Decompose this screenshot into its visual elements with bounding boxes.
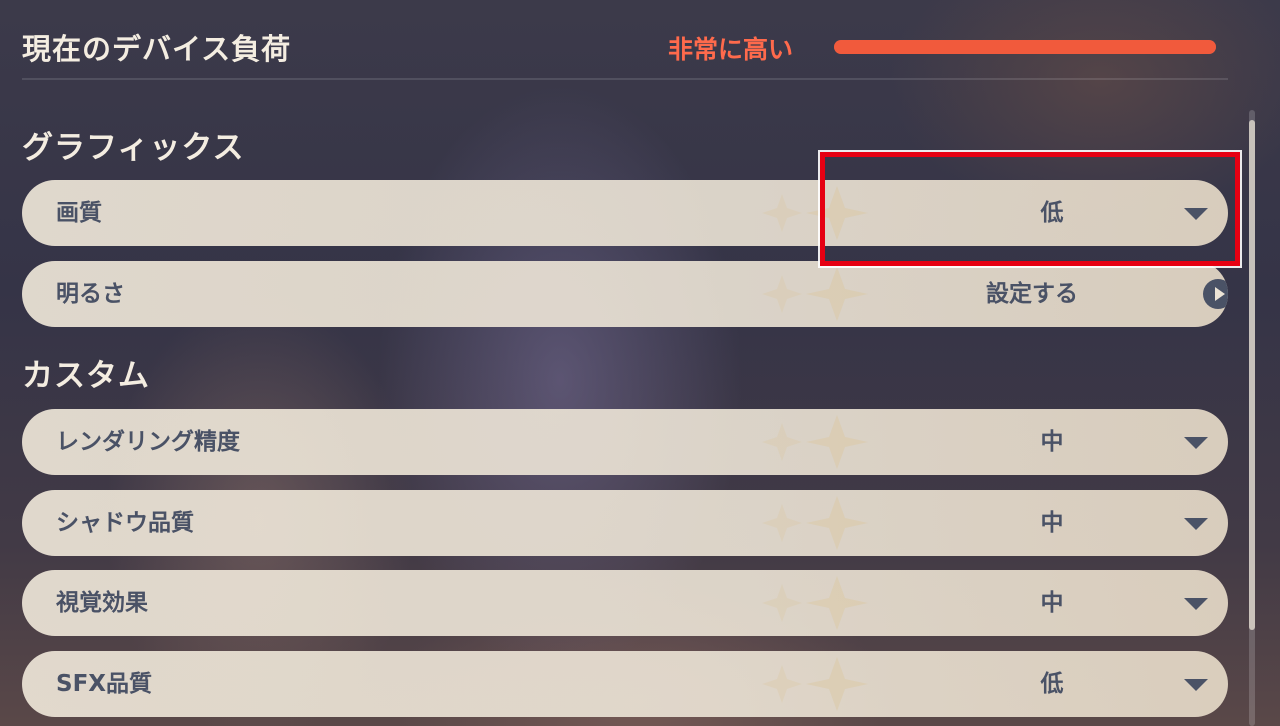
setting-row-brightness[interactable]: 明るさ 設定する [22, 261, 1228, 327]
sparkle-icon [762, 267, 868, 321]
sparkle-icon [762, 576, 868, 630]
device-load-bar-fill [834, 40, 1216, 54]
setting-row-shadow-quality[interactable]: シャドウ品質 中 [22, 490, 1228, 556]
device-load-bar [834, 40, 1216, 54]
scrollbar[interactable] [1249, 110, 1255, 726]
arrow-right-circle-icon[interactable] [1203, 279, 1228, 309]
setting-label-shadow-quality: シャドウ品質 [56, 510, 194, 536]
highlight-annotation-box [820, 152, 1240, 266]
chevron-down-icon[interactable] [1184, 518, 1208, 530]
chevron-down-icon[interactable] [1184, 437, 1208, 449]
section-title-graphics: グラフィックス [22, 130, 245, 166]
section-title-custom: カスタム [22, 358, 150, 394]
device-load-title: 現在のデバイス負荷 [22, 32, 292, 66]
sparkle-icon [762, 496, 868, 550]
sparkle-icon [762, 657, 868, 711]
setting-label-render-resolution: レンダリング精度 [56, 429, 240, 455]
brightness-configure-link[interactable]: 設定する [902, 261, 1162, 327]
sparkle-icon [762, 415, 868, 469]
chevron-down-icon[interactable] [1184, 679, 1208, 691]
chevron-down-icon[interactable] [1184, 598, 1208, 610]
shadow-quality-dropdown-value[interactable]: 中 [912, 490, 1192, 556]
scrollbar-thumb[interactable] [1249, 120, 1255, 630]
setting-row-sfx-quality[interactable]: SFX品質 低 [22, 651, 1228, 717]
setting-label-quality: 画質 [56, 200, 102, 226]
header-divider [22, 78, 1228, 80]
setting-row-render-resolution[interactable]: レンダリング精度 中 [22, 409, 1228, 475]
setting-label-visual-effects: 視覚効果 [56, 590, 148, 616]
setting-row-visual-effects[interactable]: 視覚効果 中 [22, 570, 1228, 636]
render-resolution-dropdown-value[interactable]: 中 [912, 409, 1192, 475]
setting-label-sfx-quality: SFX品質 [56, 671, 153, 697]
device-load-status: 非常に高い [668, 35, 794, 64]
sfx-quality-dropdown-value[interactable]: 低 [912, 651, 1192, 717]
setting-label-brightness: 明るさ [56, 281, 125, 307]
visual-effects-dropdown-value[interactable]: 中 [912, 570, 1192, 636]
